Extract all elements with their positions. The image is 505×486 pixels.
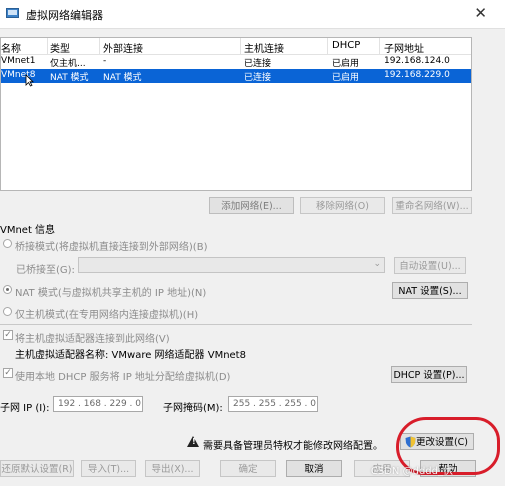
- nat-settings-button[interactable]: NAT 设置(S)...: [392, 282, 468, 299]
- section-divider: [0, 324, 472, 325]
- subnet-ip-label: 子网 IP (I):: [0, 403, 50, 414]
- adapter-name-label: 主机虚拟适配器名称: VMware 网络适配器 VMnet8: [15, 350, 246, 361]
- bridged-to-label: 已桥接至(G):: [16, 265, 75, 276]
- nat-radio[interactable]: [3, 285, 12, 294]
- header-type[interactable]: 类型: [50, 40, 70, 55]
- dhcp-checkbox[interactable]: ✓: [3, 368, 13, 378]
- remove-network-button[interactable]: 移除网络(O): [300, 197, 385, 214]
- admin-warning-text: 需要具备管理员特权才能修改网络配置。: [203, 441, 383, 452]
- watermark: CSDN @dddd_伏: [370, 466, 453, 477]
- export-button[interactable]: 导出(X)...: [145, 460, 200, 477]
- auto-settings-button[interactable]: 自动设置(U)...: [394, 257, 466, 274]
- add-network-button[interactable]: 添加网络(E)...: [209, 197, 294, 214]
- connect-adapter-label: 将主机虚拟适配器连接到此网络(V): [15, 334, 170, 345]
- dhcp-label: 使用本地 DHCP 服务将 IP 地址分配给虚拟机(D): [15, 372, 231, 383]
- bridged-radio[interactable]: [3, 239, 12, 248]
- window-title: 虚拟网络编辑器: [26, 9, 103, 22]
- close-icon[interactable]: ✕: [474, 4, 487, 22]
- bridged-adapter-select[interactable]: ⌄: [78, 257, 385, 273]
- header-dhcp[interactable]: DHCP: [332, 40, 360, 51]
- import-button[interactable]: 导入(T)...: [81, 460, 136, 477]
- warning-icon: [187, 436, 199, 447]
- header-subnet[interactable]: 子网地址: [384, 40, 424, 55]
- ok-button[interactable]: 确定: [220, 460, 276, 477]
- bridged-label: 桥接模式(将虚拟机直接连接到外部网络)(B): [15, 242, 208, 253]
- title-bar: 虚拟网络编辑器 ✕: [0, 0, 505, 29]
- cancel-button[interactable]: 取消: [286, 460, 342, 477]
- dhcp-settings-button[interactable]: DHCP 设置(P)...: [391, 366, 467, 383]
- rename-network-button[interactable]: 重命名网络(W)...: [392, 197, 472, 214]
- network-list[interactable]: 名称 类型 外部连接 主机连接 DHCP 子网地址 VMnet1 仅主机... …: [0, 37, 472, 191]
- connect-adapter-checkbox[interactable]: ✓: [3, 330, 13, 340]
- vmnet-info-label: VMnet 信息: [0, 225, 56, 236]
- header-external[interactable]: 外部连接: [103, 40, 143, 55]
- header-name[interactable]: 名称: [1, 40, 21, 55]
- restore-defaults-button[interactable]: 还原默认设置(R): [0, 460, 74, 477]
- chevron-down-icon: ⌄: [373, 259, 381, 269]
- subnet-ip-field[interactable]: 192 . 168 . 229 . 0: [53, 396, 143, 412]
- table-row[interactable]: VMnet1 仅主机... - 已连接 已启用 192.168.124.0: [1, 55, 471, 69]
- network-app-icon: [6, 8, 19, 18]
- subnet-mask-field[interactable]: 255 . 255 . 255 . 0: [228, 396, 318, 412]
- host-only-label: 仅主机模式(在专用网络内连接虚拟机)(H): [15, 310, 199, 321]
- host-only-radio[interactable]: [3, 307, 12, 316]
- nat-label: NAT 模式(与虚拟机共享主机的 IP 地址)(N): [15, 288, 207, 299]
- grid-header: 名称 类型 外部连接 主机连接 DHCP 子网地址: [1, 38, 471, 55]
- mouse-cursor-icon: [25, 74, 34, 87]
- header-host[interactable]: 主机连接: [244, 40, 284, 55]
- subnet-mask-label: 子网掩码(M):: [163, 403, 223, 414]
- table-row-selected[interactable]: VMnet8 NAT 模式 NAT 模式 已连接 已启用 192.168.229…: [1, 69, 471, 83]
